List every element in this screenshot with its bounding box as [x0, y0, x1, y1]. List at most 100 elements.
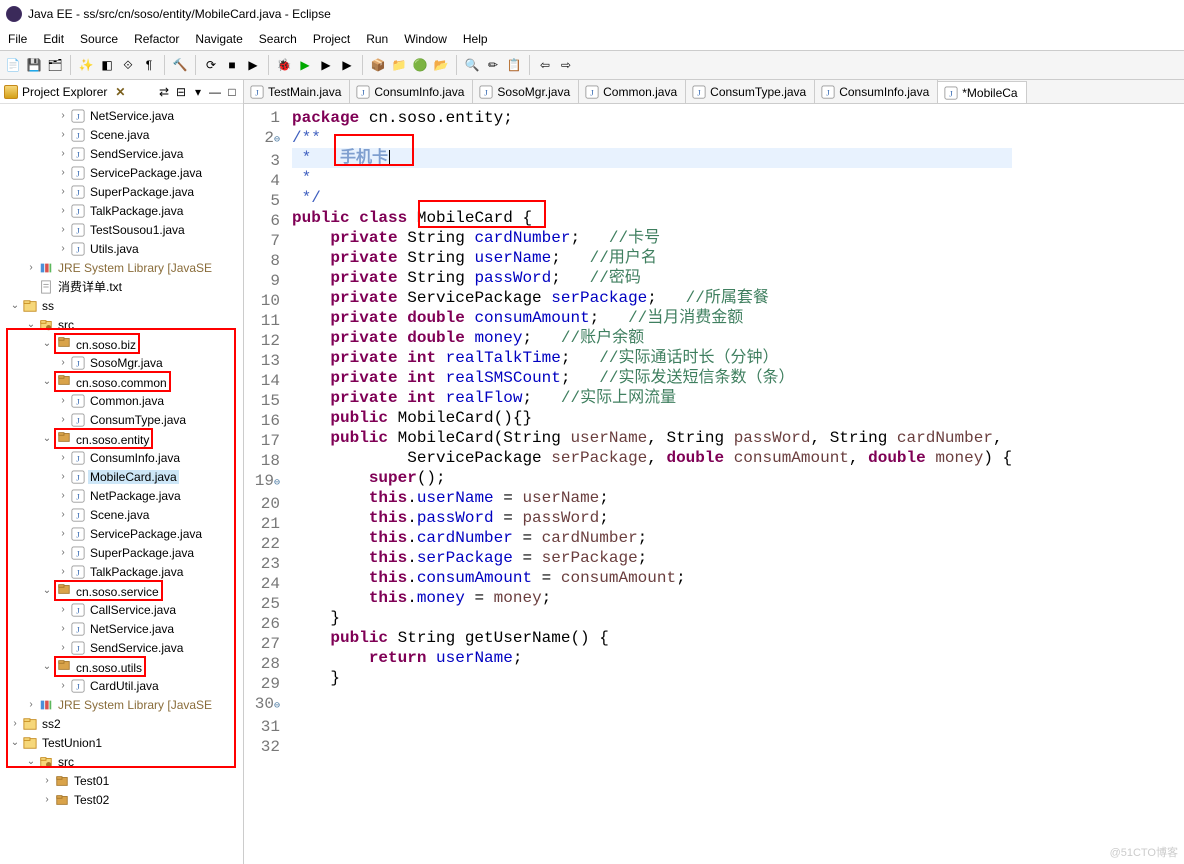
expand-arrow-icon[interactable]: › — [8, 718, 22, 729]
line-number[interactable]: 2⊖ — [244, 128, 280, 151]
line-number[interactable]: 27 — [244, 634, 280, 654]
code-line[interactable]: this.consumAmount = consumAmount; — [292, 568, 1012, 588]
line-number[interactable]: 14 — [244, 371, 280, 391]
tree-item[interactable]: ›JSosoMgr.java — [0, 353, 243, 372]
code-line[interactable]: this.cardNumber = cardNumber; — [292, 528, 1012, 548]
tree-item[interactable]: ›JTestSousou1.java — [0, 220, 243, 239]
tree-item[interactable]: ›Test01 — [0, 771, 243, 790]
code-line[interactable]: this.passWord = passWord; — [292, 508, 1012, 528]
run-config-icon[interactable]: ▶ — [317, 56, 335, 74]
expand-arrow-icon[interactable]: › — [24, 262, 38, 273]
expand-arrow-icon[interactable]: ⌄ — [8, 737, 22, 748]
line-number[interactable]: 16 — [244, 411, 280, 431]
menu-window[interactable]: Window — [404, 32, 447, 46]
tree-item[interactable]: ›JSendService.java — [0, 144, 243, 163]
code-line[interactable]: ServicePackage serPackage, double consum… — [292, 448, 1012, 468]
expand-arrow-icon[interactable]: › — [56, 528, 70, 539]
line-number[interactable]: 7 — [244, 231, 280, 251]
line-number[interactable]: 26 — [244, 614, 280, 634]
line-number[interactable]: 18 — [244, 451, 280, 471]
expand-arrow-icon[interactable]: › — [56, 604, 70, 615]
line-number[interactable]: 19⊖ — [244, 471, 280, 494]
back-icon[interactable]: ⇦ — [536, 56, 554, 74]
editor-tab[interactable]: JConsumType.java — [686, 80, 815, 104]
new-class-icon[interactable]: 🟢 — [411, 56, 429, 74]
menu-project[interactable]: Project — [313, 32, 350, 46]
tree-item[interactable]: ⌄cn.soso.biz — [0, 334, 243, 353]
clip-icon[interactable]: 📋 — [505, 56, 523, 74]
line-number[interactable]: 12 — [244, 331, 280, 351]
tree-item[interactable]: ›JNetService.java — [0, 619, 243, 638]
tree-item[interactable]: 消费详单.txt — [0, 277, 243, 296]
code-line[interactable]: } — [292, 608, 1012, 628]
code-line[interactable]: super(); — [292, 468, 1012, 488]
tree-item[interactable]: ›JNetService.java — [0, 106, 243, 125]
tree-item[interactable]: ⌄ss — [0, 296, 243, 315]
editor-tab[interactable]: JSosoMgr.java — [473, 80, 579, 104]
code-line[interactable]: private String userName; //用户名 — [292, 248, 1012, 268]
expand-arrow-icon[interactable]: ⌄ — [40, 585, 54, 596]
code-line[interactable]: public class MobileCard { — [292, 208, 1012, 228]
tree-item[interactable]: ›JTalkPackage.java — [0, 201, 243, 220]
line-number[interactable]: 24 — [244, 574, 280, 594]
save-icon[interactable]: 💾 — [25, 56, 43, 74]
run-icon[interactable]: ▶ — [296, 56, 314, 74]
expand-arrow-icon[interactable]: ⌄ — [24, 756, 38, 767]
expand-arrow-icon[interactable]: › — [56, 205, 70, 216]
expand-arrow-icon[interactable]: › — [56, 129, 70, 140]
view-close-icon[interactable]: ✕ — [115, 85, 125, 99]
expand-arrow-icon[interactable]: › — [24, 699, 38, 710]
expand-arrow-icon[interactable]: ⌄ — [40, 661, 54, 672]
expand-arrow-icon[interactable]: › — [56, 642, 70, 653]
editor-tab-bar[interactable]: JTestMain.javaJConsumInfo.javaJSosoMgr.j… — [244, 80, 1184, 104]
expand-arrow-icon[interactable]: ⌄ — [40, 433, 54, 444]
tree-item[interactable]: ›JScene.java — [0, 125, 243, 144]
editor-tab[interactable]: JTestMain.java — [244, 80, 350, 104]
code-line[interactable]: private int realFlow; //实际上网流量 — [292, 388, 1012, 408]
tree-item[interactable]: ›JUtils.java — [0, 239, 243, 258]
tree-item[interactable]: ⌄cn.soso.entity — [0, 429, 243, 448]
server-icon[interactable]: ▶ — [244, 56, 262, 74]
expand-arrow-icon[interactable]: › — [56, 110, 70, 121]
code-line[interactable]: private ServicePackage serPackage; //所属套… — [292, 288, 1012, 308]
menu-source[interactable]: Source — [80, 32, 118, 46]
tree-item[interactable]: ›JServicePackage.java — [0, 163, 243, 182]
code-line[interactable]: /** — [292, 128, 1012, 148]
expand-arrow-icon[interactable]: › — [56, 623, 70, 634]
tree-item[interactable]: ›JSuperPackage.java — [0, 182, 243, 201]
editor-tab[interactable]: J*MobileCa — [938, 81, 1026, 104]
expand-arrow-icon[interactable]: › — [56, 547, 70, 558]
project-explorer-header[interactable]: Project Explorer ✕ ⇄ ⊟ ▾ — □ — [0, 80, 243, 104]
tree-item[interactable]: ›JNetPackage.java — [0, 486, 243, 505]
tree-item[interactable]: ›JCardUtil.java — [0, 676, 243, 695]
expand-arrow-icon[interactable]: › — [56, 509, 70, 520]
coverage-icon[interactable]: ▶ — [338, 56, 356, 74]
tag-icon[interactable]: ⟐ — [119, 56, 137, 74]
tree-item[interactable]: ›JRE System Library [JavaSE — [0, 258, 243, 277]
expand-arrow-icon[interactable]: › — [56, 471, 70, 482]
line-number-gutter[interactable]: 12⊖345678910111213141516171819⊖202122232… — [244, 104, 288, 864]
pi-icon[interactable]: ¶ — [140, 56, 158, 74]
code-line[interactable]: */ — [292, 188, 1012, 208]
expand-arrow-icon[interactable]: › — [56, 167, 70, 178]
new-pkg-icon[interactable]: 📁 — [390, 56, 408, 74]
expand-arrow-icon[interactable]: › — [56, 566, 70, 577]
expand-arrow-icon[interactable]: › — [56, 357, 70, 368]
tree-item[interactable]: ›JSuperPackage.java — [0, 543, 243, 562]
tree-item[interactable]: ›JConsumInfo.java — [0, 448, 243, 467]
tree-item[interactable]: ›JTalkPackage.java — [0, 562, 243, 581]
code-editor[interactable]: 12⊖345678910111213141516171819⊖202122232… — [244, 104, 1184, 864]
editor-tab[interactable]: JConsumInfo.java — [350, 80, 473, 104]
line-number[interactable]: 28 — [244, 654, 280, 674]
tree-item[interactable]: ›JRE System Library [JavaSE — [0, 695, 243, 714]
code-line[interactable]: public MobileCard(String userName, Strin… — [292, 428, 1012, 448]
line-number[interactable]: 1 — [244, 108, 280, 128]
reload-icon[interactable]: ⟳ — [202, 56, 220, 74]
line-number[interactable]: 15 — [244, 391, 280, 411]
tree-item[interactable]: ›JServicePackage.java — [0, 524, 243, 543]
new-proj-icon[interactable]: 📦 — [369, 56, 387, 74]
line-number[interactable]: 20 — [244, 494, 280, 514]
line-number[interactable]: 11 — [244, 311, 280, 331]
code-line[interactable]: this.serPackage = serPackage; — [292, 548, 1012, 568]
code-line[interactable]: this.money = money; — [292, 588, 1012, 608]
